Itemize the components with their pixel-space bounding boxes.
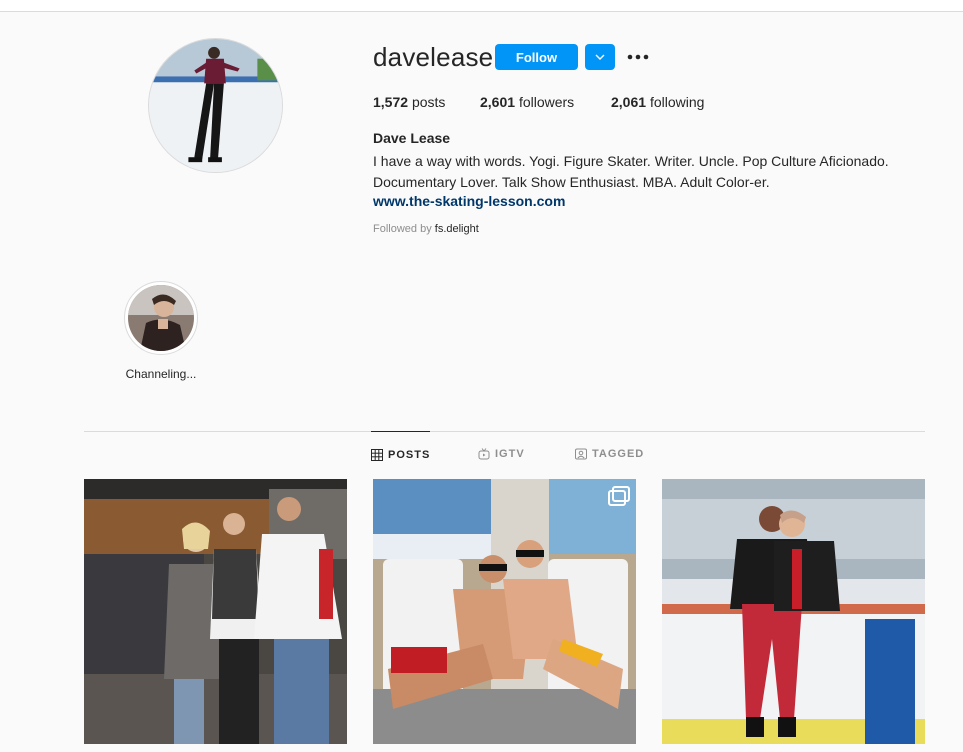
photo-poolside-icon	[373, 479, 636, 744]
profile-header: davelease Follow 1,572 posts 2,601 follo…	[0, 0, 963, 260]
post-thumbnail[interactable]	[662, 479, 925, 744]
story-highlight[interactable]: Channeling...	[123, 281, 199, 381]
photo-ice-rink-icon	[662, 479, 925, 744]
posts-grid	[84, 479, 925, 752]
followers-stat[interactable]: 2,601 followers	[480, 94, 574, 110]
tab-posts[interactable]: POSTS	[371, 431, 431, 477]
followed-by-account-link[interactable]: fs.delight	[435, 223, 479, 235]
follow-button[interactable]: Follow	[495, 44, 578, 70]
profile-username: davelease	[373, 42, 494, 72]
post-thumbnail[interactable]	[84, 479, 347, 744]
tagged-icon	[575, 448, 587, 460]
grid-icon	[371, 448, 383, 461]
highlight-label: Channeling...	[125, 367, 197, 381]
followers-label: followers	[518, 94, 575, 110]
bio-line: I have a way with words. Yogi. Figure Sk…	[373, 153, 889, 169]
profile-website-link[interactable]: www.the-skating-lesson.com	[373, 193, 565, 209]
tab-posts-label: POSTS	[388, 448, 431, 461]
posts-count: 1,572	[373, 94, 409, 110]
following-label: following	[649, 94, 705, 110]
posts-stat: 1,572 posts	[373, 94, 445, 110]
highlight-cover-image	[128, 285, 194, 351]
avatar-photo	[149, 39, 282, 172]
posts-label: posts	[411, 94, 446, 110]
followed-by-text: Followed by fs.delight	[373, 223, 479, 235]
highlight-ring	[124, 281, 198, 355]
followers-count: 2,601	[480, 94, 516, 110]
following-count: 2,061	[611, 94, 647, 110]
igtv-icon	[478, 448, 490, 460]
profile-tabs: POSTS IGTV TAGGED	[0, 431, 963, 477]
suggested-accounts-button[interactable]	[585, 44, 615, 70]
tab-tagged[interactable]: TAGGED	[575, 431, 644, 477]
more-options-button[interactable]	[625, 47, 651, 67]
tab-igtv[interactable]: IGTV	[478, 431, 525, 477]
chevron-down-icon	[595, 54, 605, 60]
more-dots-icon	[627, 54, 649, 60]
profile-full-name: Dave Lease	[373, 130, 451, 146]
photo-group-rink-icon	[84, 479, 347, 744]
tab-igtv-label: IGTV	[495, 448, 525, 460]
following-stat[interactable]: 2,061 following	[611, 94, 704, 110]
bio-line: Documentary Lover. Talk Show Enthusiast.…	[373, 174, 770, 190]
profile-avatar[interactable]	[148, 38, 283, 173]
profile-bio: I have a way with words. Yogi. Figure Sk…	[373, 151, 933, 193]
followed-by-prefix: Followed by	[373, 223, 432, 235]
tab-tagged-label: TAGGED	[592, 448, 645, 460]
highlight-photo	[128, 285, 194, 351]
post-thumbnail[interactable]	[373, 479, 636, 744]
